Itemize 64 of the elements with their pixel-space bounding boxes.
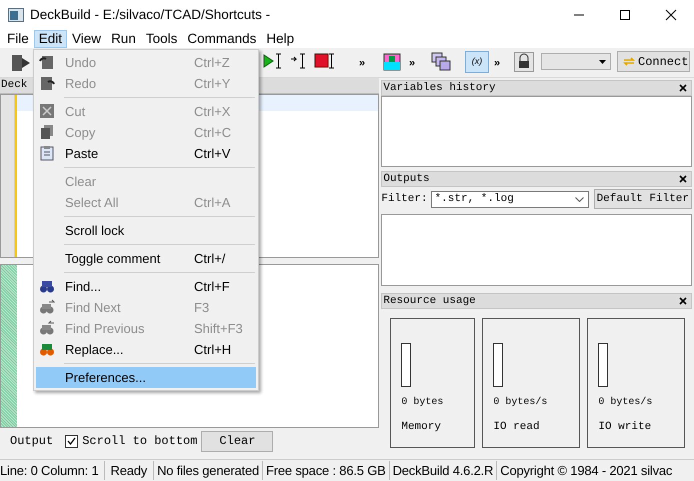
status-text: Free space : 86.5 GB (263, 460, 390, 480)
meter-reading: 0 bytes (401, 396, 444, 410)
menu-item[interactable]: Tools (140, 30, 182, 48)
meter-label: IO write (598, 420, 652, 435)
dropdown-arrow-icon (599, 60, 606, 64)
binoculars-icon (39, 320, 55, 336)
redo-icon (39, 75, 55, 91)
menu-item[interactable]: File (2, 30, 34, 48)
panel-title: Outputs (383, 172, 430, 187)
menu-item[interactable]: Commands (182, 30, 262, 48)
chevron-icon (574, 196, 584, 202)
binoculars-icon (39, 341, 55, 357)
variables-button[interactable]: (x) (465, 51, 489, 73)
lock-icon[interactable] (514, 52, 534, 72)
panel-title: Resource usage (383, 294, 476, 309)
stop-icon[interactable] (314, 51, 336, 71)
meter-reading: 0 bytes/s (598, 396, 654, 410)
windows-icon[interactable] (431, 52, 451, 72)
close-icon[interactable] (679, 84, 687, 92)
menu-item[interactable]: Replace... Ctrl+H (36, 339, 256, 360)
panel-title: Variables history (383, 80, 496, 96)
binoculars-icon (39, 278, 55, 294)
meter-reading: 0 bytes/s (493, 396, 548, 410)
clipboard-icon (39, 145, 55, 161)
status-text: Copyright © 1984 - 2021 silvac (499, 462, 674, 480)
arrows-icon (623, 57, 635, 66)
output-label: Output (10, 433, 54, 450)
menu-item[interactable]: Preferences... (36, 367, 256, 388)
meter-label: Memory (401, 420, 442, 435)
clear-button[interactable]: Clear (201, 430, 274, 452)
menu-item[interactable]: Run (106, 30, 141, 48)
filter-label: Filter: (381, 192, 428, 207)
copy-icon (39, 124, 55, 140)
status-text: Line: 0 Column: 1 (0, 460, 104, 480)
overflow-button[interactable]: » (494, 55, 500, 72)
undo-icon (39, 54, 55, 70)
menu-item[interactable]: Find... Ctrl+F (36, 276, 256, 297)
default-filter-button[interactable]: Default Filter (594, 189, 692, 209)
palette-icon[interactable] (383, 53, 401, 71)
run-icon[interactable] (262, 51, 282, 71)
status-text: DeckBuild 4.6.2.R (390, 460, 498, 480)
step-icon[interactable] (288, 51, 308, 71)
app-icon (8, 8, 24, 22)
menu-item[interactable]: Paste Ctrl+V (36, 143, 256, 164)
connect-button[interactable]: Connect (617, 51, 690, 72)
scissors-icon (39, 103, 55, 119)
status-text: No files generated (154, 460, 264, 480)
menu-item[interactable]: Scroll lock (36, 220, 256, 241)
filter-dropdown[interactable]: *.str, *.log (430, 190, 589, 208)
meter-label: IO read (493, 420, 541, 435)
check-icon (67, 437, 76, 445)
overflow-button[interactable]: » (409, 55, 416, 72)
menu-item[interactable]: Toggle comment Ctrl+/ (36, 248, 256, 269)
scroll-checkbox[interactable]: Scroll to bottom (65, 432, 198, 450)
panel-title: Deck (0, 78, 28, 94)
close-icon[interactable] (679, 297, 687, 305)
menu-item[interactable]: View (67, 30, 106, 48)
binoculars-icon (39, 299, 55, 315)
status-text: Ready (104, 460, 154, 480)
menu-item[interactable]: Help (261, 30, 300, 48)
overflow-button[interactable]: » (359, 55, 366, 72)
close-icon[interactable] (679, 175, 687, 183)
window-title: DeckBuild - E:/silvaco/TCAD/Shortcuts - (30, 6, 270, 24)
menu-item[interactable]: Edit (34, 30, 68, 48)
